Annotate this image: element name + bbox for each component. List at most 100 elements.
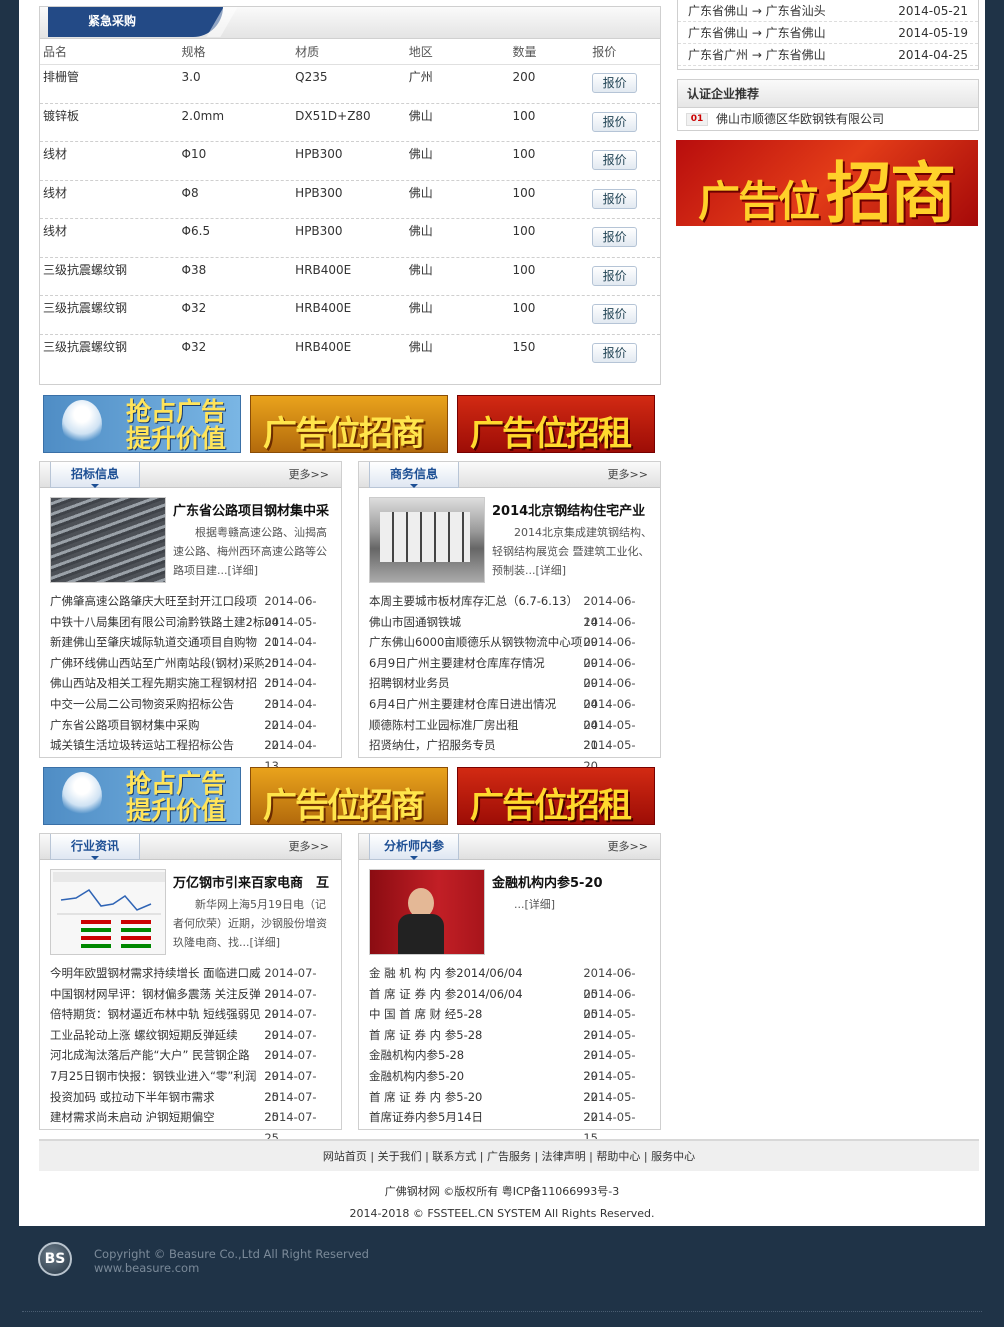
- item-title[interactable]: 城关镇生活垃圾转运站工程招标公告: [50, 735, 264, 756]
- item-title[interactable]: 新建佛山至肇庆城际轨道交通项目自购物: [50, 632, 264, 653]
- list-item[interactable]: 顺德陈村工业园标准厂房出租 2014-05-21: [369, 715, 650, 753]
- quote-button[interactable]: 报价: [592, 73, 638, 93]
- rebar-image[interactable]: [50, 497, 166, 583]
- list-item[interactable]: 新建佛山至肇庆城际轨道交通项目自购物 2014-04-25: [50, 632, 331, 670]
- certified-company-link[interactable]: 佛山市顺德区华欧钢铁有限公司: [716, 108, 884, 130]
- list-item[interactable]: 中铁十八局集团有限公司渝黔铁路土建2标 2014-05-21: [50, 612, 331, 650]
- list-item[interactable]: 工业品轮动上涨 螺纹钢短期反弹延续 2014-07-29: [50, 1025, 331, 1063]
- detail-link[interactable]: [详细]: [228, 564, 259, 577]
- footer-nav[interactable]: 网站首页 | 关于我们 | 联系方式 | 广告服务 | 法律声明 | 帮助中心 …: [39, 1139, 979, 1171]
- quote-button[interactable]: 报价: [592, 265, 638, 286]
- tab-business[interactable]: 商务信息: [369, 462, 459, 488]
- side-ad-banner[interactable]: 广告位 招商: [676, 140, 978, 226]
- list-item[interactable]: 广佛环线佛山西站至广州南站段(钢材)采购 2014-04-25: [50, 653, 331, 691]
- item-title[interactable]: 中国钢材网早评：钢材偏多震荡 关注反弹: [50, 984, 264, 1005]
- item-title[interactable]: 首席证券内参5月14日: [369, 1107, 583, 1128]
- list-item[interactable]: 建材需求尚未启动 沪钢短期偏空 2014-07-25: [50, 1107, 331, 1145]
- list-item[interactable]: 城关镇生活垃圾转运站工程招标公告 2014-04-13: [50, 735, 331, 773]
- ad-banner-rent[interactable]: 广告位招租: [457, 767, 655, 825]
- quote-button[interactable]: 报价: [592, 342, 638, 363]
- certified-company-item[interactable]: 01 佛山市顺德区华欧钢铁有限公司: [678, 108, 978, 130]
- item-title[interactable]: 佛山西站及相关工程先期实施工程钢材招: [50, 673, 264, 694]
- item-title[interactable]: 首 席 证 券 内 参5-28: [369, 1025, 583, 1046]
- item-title[interactable]: 顺德陈村工业园标准厂房出租: [369, 715, 583, 736]
- list-item[interactable]: 招贤纳仕，广招服务专员 2014-05-20: [369, 735, 650, 773]
- list-item[interactable]: 首席证券内参5月14日 2014-05-15: [369, 1107, 650, 1145]
- quote-button[interactable]: 报价: [592, 111, 638, 132]
- list-item[interactable]: 佛山西站及相关工程先期实施工程钢材招 2014-04-23: [50, 673, 331, 711]
- quote-button[interactable]: 报价: [592, 150, 638, 170]
- speaker-image[interactable]: [369, 869, 485, 955]
- more-link[interactable]: 更多>>: [289, 462, 329, 488]
- list-item[interactable]: 广东佛山6000亩顺德乐从钢铁物流中心项 2014-06-09: [369, 632, 650, 670]
- item-title[interactable]: 首 席 证 券 内 参5-20: [369, 1087, 583, 1108]
- item-title[interactable]: 招贤纳仕，广招服务专员: [369, 735, 583, 756]
- list-item[interactable]: 中交一公局二公司物资采购招标公告 2014-04-22: [50, 694, 331, 732]
- list-item[interactable]: 首 席 证 券 内 参5-28 2014-05-29: [369, 1025, 650, 1063]
- list-item[interactable]: 6月9日广州主要建材仓库库存情况 2014-06-09: [369, 653, 650, 691]
- more-link[interactable]: 更多>>: [608, 462, 648, 488]
- item-title[interactable]: 广佛环线佛山西站至广州南站段(钢材)采购: [50, 653, 264, 674]
- list-item[interactable]: 7月25日钢市快报：钢铁业进入“零”利润 2014-07-25: [50, 1066, 331, 1104]
- item-title[interactable]: 中交一公局二公司物资采购招标公告: [50, 694, 264, 715]
- list-item[interactable]: 金融机构内参5-28 2014-05-29: [369, 1045, 650, 1083]
- list-item[interactable]: 投资加码 或拉动下半年钢市需求 2014-07-25: [50, 1087, 331, 1125]
- item-title[interactable]: 中 国 首 席 财 经5-28: [369, 1004, 583, 1025]
- detail-link[interactable]: [详细]: [250, 936, 281, 949]
- list-item[interactable]: 广东省公路项目钢材集中采购 2014-04-22: [50, 715, 331, 753]
- item-title[interactable]: 工业品轮动上涨 螺纹钢短期反弹延续: [50, 1025, 264, 1046]
- list-item[interactable]: 广东省佛山 → 广东省佛山 2014-05-19: [678, 22, 978, 44]
- item-title[interactable]: 7月25日钢市快报：钢铁业进入“零”利润: [50, 1066, 264, 1087]
- list-item[interactable]: 首 席 证 券 内 参5-20 2014-05-22: [369, 1087, 650, 1125]
- ad-banner-recruit[interactable]: 广告位招商: [250, 395, 448, 453]
- featured-title[interactable]: 2014北京钢结构住宅产业: [492, 500, 654, 519]
- more-link[interactable]: 更多>>: [289, 834, 329, 860]
- list-item[interactable]: 首 席 证 券 内 参2014/06/04 2014-06-05: [369, 984, 650, 1022]
- item-title[interactable]: 倍特期货：钢材逼近布林中轨 短线强弱见: [50, 1004, 264, 1025]
- featured-title[interactable]: 广东省公路项目钢材集中采: [173, 500, 335, 519]
- list-item[interactable]: 招聘钢材业务员 2014-06-04: [369, 673, 650, 711]
- ad-banner-recruit[interactable]: 广告位招商: [250, 767, 448, 825]
- featured-title[interactable]: 金融机构内参5-20: [492, 872, 654, 891]
- ad-banner-rent[interactable]: 广告位招租: [457, 395, 655, 453]
- brand-line-2[interactable]: www.beasure.com: [94, 1261, 369, 1275]
- list-item[interactable]: 佛山市固通钢铁城 2014-06-09: [369, 612, 650, 650]
- list-item[interactable]: 金融机构内参5-20 2014-05-22: [369, 1066, 650, 1104]
- item-title[interactable]: 广东省公路项目钢材集中采购: [50, 715, 264, 736]
- expo-image[interactable]: [369, 497, 485, 583]
- mascot-icon: [62, 772, 102, 820]
- item-title[interactable]: 6月9日广州主要建材仓库库存情况: [369, 653, 583, 674]
- item-title[interactable]: 金融机构内参5-20: [369, 1066, 583, 1087]
- item-title[interactable]: 中铁十八局集团有限公司渝黔铁路土建2标: [50, 612, 264, 633]
- list-item[interactable]: 河北成淘汰落后产能“大户” 民营钢企路 2014-07-29: [50, 1045, 331, 1083]
- item-title[interactable]: 招聘钢材业务员: [369, 673, 583, 694]
- list-item[interactable]: 广东省佛山 → 广东省汕头 2014-05-21: [678, 0, 978, 22]
- stock-chart-image[interactable]: [50, 869, 166, 955]
- detail-link[interactable]: [详细]: [536, 564, 567, 577]
- item-title[interactable]: 河北成淘汰落后产能“大户” 民营钢企路: [50, 1045, 264, 1066]
- tab-bidding[interactable]: 招标信息: [50, 462, 140, 488]
- quote-button[interactable]: 报价: [592, 304, 638, 324]
- list-item[interactable]: 6月4日广州主要建材仓库日进出情况 2014-06-04: [369, 694, 650, 732]
- quote-button[interactable]: 报价: [592, 188, 638, 209]
- ad-banner-grab[interactable]: 抢占广告 提升价值: [43, 395, 241, 453]
- item-title[interactable]: 金融机构内参5-28: [369, 1045, 583, 1066]
- tab-analyst[interactable]: 分析师内参: [369, 834, 459, 860]
- featured-title[interactable]: 万亿钢市引来百家电商 互: [173, 872, 335, 891]
- list-item[interactable]: 中国钢材网早评：钢材偏多震荡 关注反弹 2014-07-29: [50, 984, 331, 1022]
- item-title[interactable]: 首 席 证 券 内 参2014/06/04: [369, 984, 583, 1005]
- tab-industry[interactable]: 行业资讯: [50, 834, 140, 860]
- item-title[interactable]: 投资加码 或拉动下半年钢市需求: [50, 1087, 264, 1108]
- list-item[interactable]: 倍特期货：钢材逼近布林中轨 短线强弱见 2014-07-29: [50, 1004, 331, 1042]
- item-title[interactable]: 广东佛山6000亩顺德乐从钢铁物流中心项: [369, 632, 583, 653]
- ad-banner-grab[interactable]: 抢占广告 提升价值: [43, 767, 241, 825]
- list-item[interactable]: 广东省广州 → 广东省佛山 2014-04-25: [678, 44, 978, 66]
- list-item[interactable]: 中 国 首 席 财 经5-28 2014-05-29: [369, 1004, 650, 1042]
- detail-link[interactable]: [详细]: [525, 898, 556, 911]
- more-link[interactable]: 更多>>: [608, 834, 648, 860]
- article-list: 金 融 机 构 内 参2014/06/04 2014-06-05 首 席 证 券 …: [359, 963, 660, 1145]
- quote-button[interactable]: 报价: [592, 227, 638, 247]
- item-title[interactable]: 建材需求尚未启动 沪钢短期偏空: [50, 1107, 264, 1128]
- item-title[interactable]: 佛山市固通钢铁城: [369, 612, 583, 633]
- item-title[interactable]: 6月4日广州主要建材仓库日进出情况: [369, 694, 583, 715]
